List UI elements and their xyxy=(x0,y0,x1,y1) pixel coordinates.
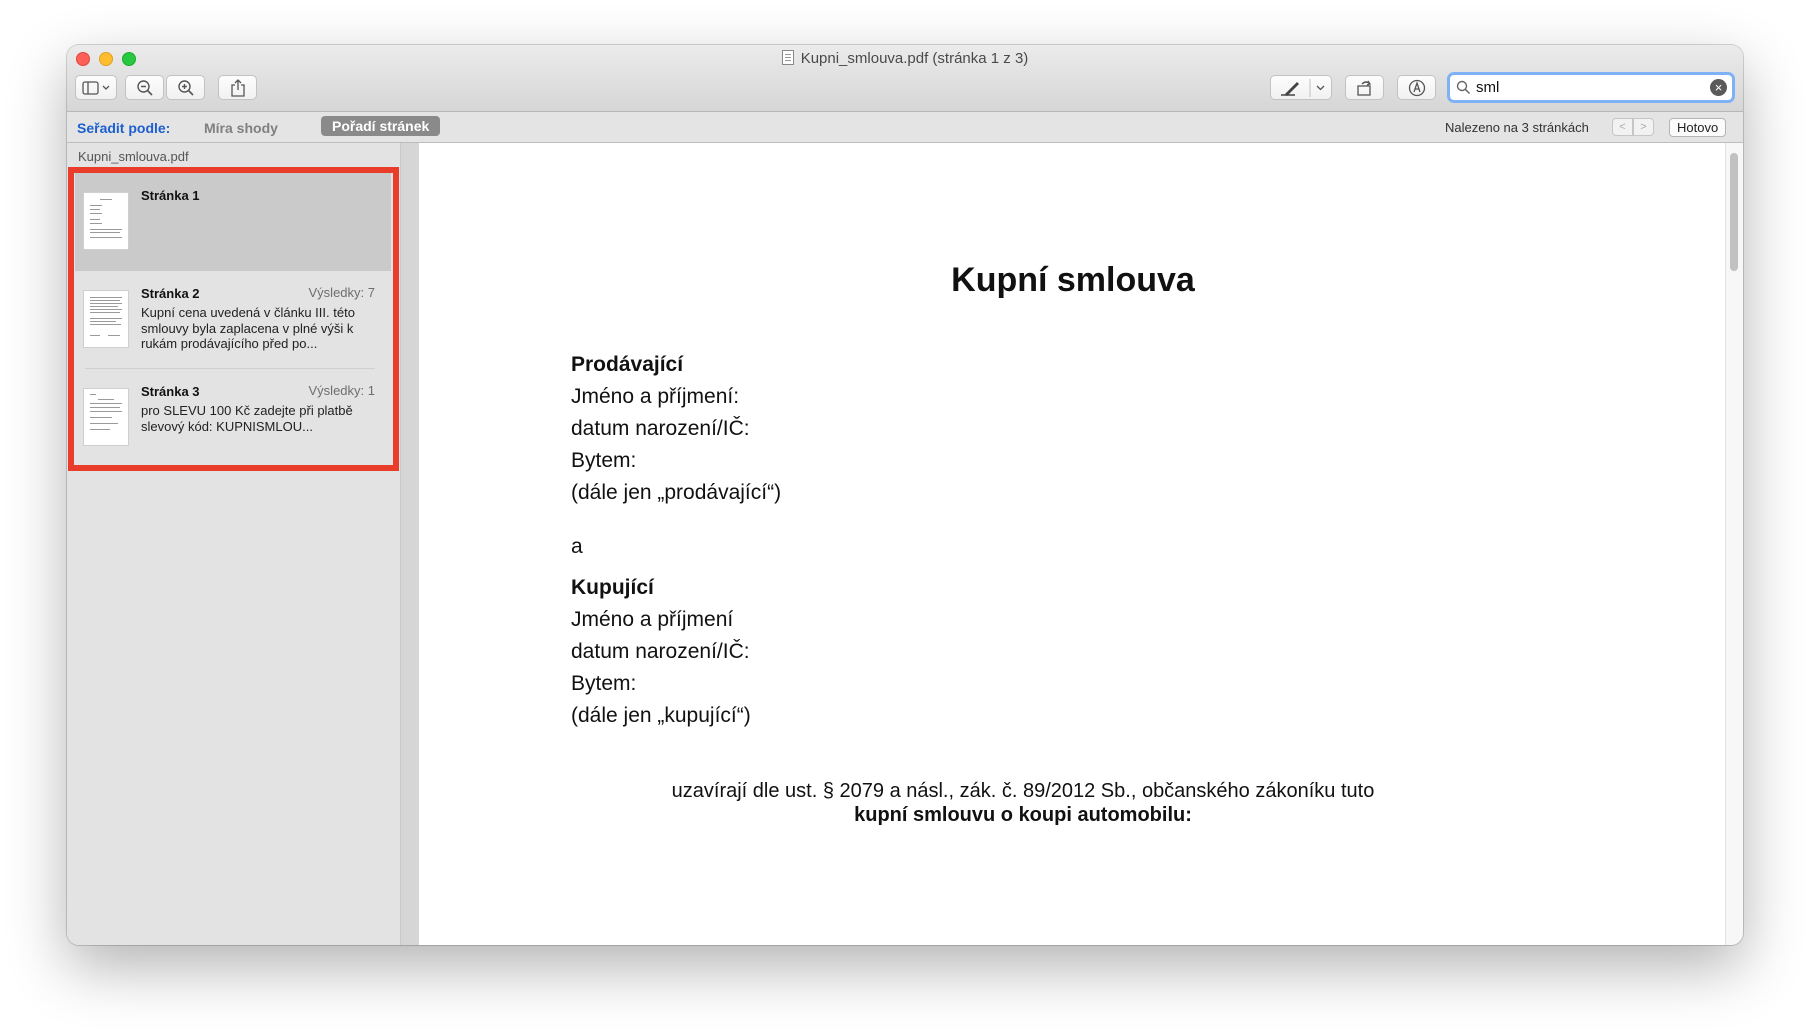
annotate-button[interactable] xyxy=(1397,75,1436,100)
markup-pen-button[interactable] xyxy=(1270,75,1332,100)
page-thumbnail xyxy=(84,389,128,445)
next-result-button[interactable]: > xyxy=(1633,118,1654,136)
and-separator: a xyxy=(571,535,583,558)
sort-label: Seřadit podle: xyxy=(77,120,171,136)
document-view: Kupní smlouva Prodávající Jméno a příjme… xyxy=(401,143,1743,945)
zoom-out-button[interactable] xyxy=(125,75,164,100)
search-result-page-3[interactable]: Stránka 3 Výsledky: 1 pro SLEVU 100 Kč z… xyxy=(75,369,391,467)
seller-address-line: Bytem: xyxy=(571,449,637,472)
contract-subject: kupní smlouvu o koupi automobilu: xyxy=(854,804,1192,826)
result-page-label: Stránka 2 xyxy=(141,286,200,301)
search-field[interactable]: × xyxy=(1447,72,1735,103)
done-button[interactable]: Hotovo xyxy=(1669,118,1727,137)
previous-result-button[interactable]: < xyxy=(1612,118,1633,136)
search-result-page-1[interactable]: Stránka 1 xyxy=(75,173,391,271)
buyer-heading: Kupující xyxy=(571,576,654,599)
search-results-sidebar: Kupni_smlouva.pdf Stránka 1 Stránka 2 Vý… xyxy=(67,143,401,945)
pdf-page: Kupní smlouva Prodávající Jméno a příjme… xyxy=(419,143,1727,945)
result-snippet: Kupní cena uvedená v článku III. této sm… xyxy=(141,305,355,351)
buyer-birth-line: datum narození/IČ: xyxy=(571,640,750,663)
search-result-page-2[interactable]: Stránka 2 Výsledky: 7 Kupní cena uvedená… xyxy=(75,271,391,369)
page-thumbnail xyxy=(84,193,128,249)
sort-by-relevance-button[interactable]: Míra shody xyxy=(204,120,278,136)
titlebar: Kupni_smlouva.pdf (stránka 1 z 3) sml × xyxy=(67,45,1743,112)
seller-reference-line: (dále jen „prodávající“) xyxy=(571,481,782,504)
seller-birth-line: datum narození/IČ: xyxy=(571,417,750,440)
buyer-reference-line: (dále jen „kupující“) xyxy=(571,704,751,727)
result-count: Výsledky: 1 xyxy=(308,383,375,398)
vertical-scrollbar[interactable] xyxy=(1725,143,1743,945)
zoom-in-button[interactable] xyxy=(166,75,205,100)
seller-heading: Prodávající xyxy=(571,353,684,376)
document-title: Kupní smlouva xyxy=(951,261,1195,299)
result-snippet: pro SLEVU 100 Kč zadejte při platbě slev… xyxy=(141,403,353,434)
share-button[interactable] xyxy=(218,75,257,100)
preview-window: Kupni_smlouva.pdf (stránka 1 z 3) sml × … xyxy=(67,45,1743,945)
zoom-in-icon xyxy=(177,79,194,96)
buyer-name-line: Jméno a příjmení xyxy=(571,608,734,631)
share-icon xyxy=(230,78,245,97)
found-count-text: Nalezeno na 3 stránkách xyxy=(1445,120,1589,135)
sidebar-toggle-button[interactable] xyxy=(75,75,117,100)
buyer-address-line: Bytem: xyxy=(571,672,637,695)
window-title-text: Kupni_smlouva.pdf (stránka 1 z 3) xyxy=(800,50,1029,67)
rotate-icon xyxy=(1356,80,1371,96)
result-count: Výsledky: 7 xyxy=(308,285,375,300)
result-page-label: Stránka 3 xyxy=(141,384,200,399)
result-page-label: Stránka 1 xyxy=(141,188,200,203)
pdf-document-icon xyxy=(781,50,794,65)
scrollbar-thumb[interactable] xyxy=(1730,153,1738,271)
sort-by-page-order-button[interactable]: Pořadí stránek xyxy=(321,116,441,136)
annotate-icon xyxy=(1408,79,1425,96)
clear-search-icon[interactable]: × xyxy=(1710,79,1727,96)
search-icon xyxy=(1456,80,1471,95)
search-input[interactable] xyxy=(1476,77,1696,97)
seller-name-line: Jméno a příjmení: xyxy=(571,385,740,408)
closing-statement: uzavírají dle ust. § 2079 a násl., zák. … xyxy=(671,780,1375,802)
zoom-out-icon xyxy=(136,79,153,96)
sidebar-document-name: Kupni_smlouva.pdf xyxy=(78,149,189,164)
sidebar-toggle-icon xyxy=(82,80,110,95)
find-results-bar: Seřadit podle: Míra shody Pořadí stránek… xyxy=(67,112,1743,143)
markup-pen-icon xyxy=(1281,78,1325,97)
rotate-button[interactable] xyxy=(1345,75,1384,100)
window-title: Kupni_smlouva.pdf (stránka 1 z 3) xyxy=(67,50,1743,67)
page-thumbnail xyxy=(84,291,128,347)
